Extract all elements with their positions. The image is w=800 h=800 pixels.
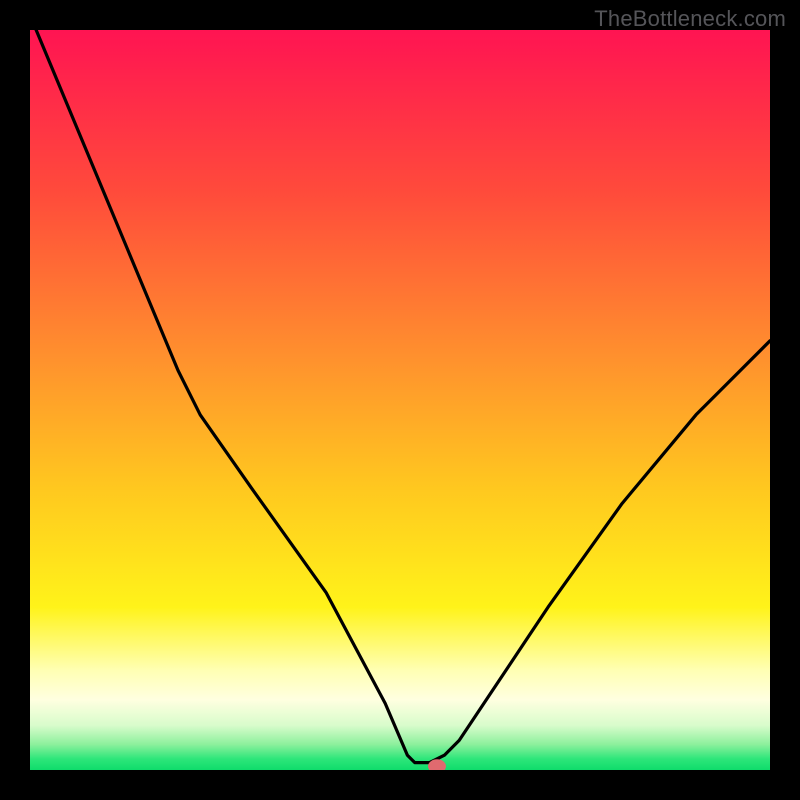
plot-area xyxy=(30,30,770,770)
watermark-text: TheBottleneck.com xyxy=(594,6,786,32)
chart-frame: TheBottleneck.com xyxy=(0,0,800,800)
gradient-background xyxy=(30,30,770,770)
bottleneck-chart-svg xyxy=(30,30,770,770)
